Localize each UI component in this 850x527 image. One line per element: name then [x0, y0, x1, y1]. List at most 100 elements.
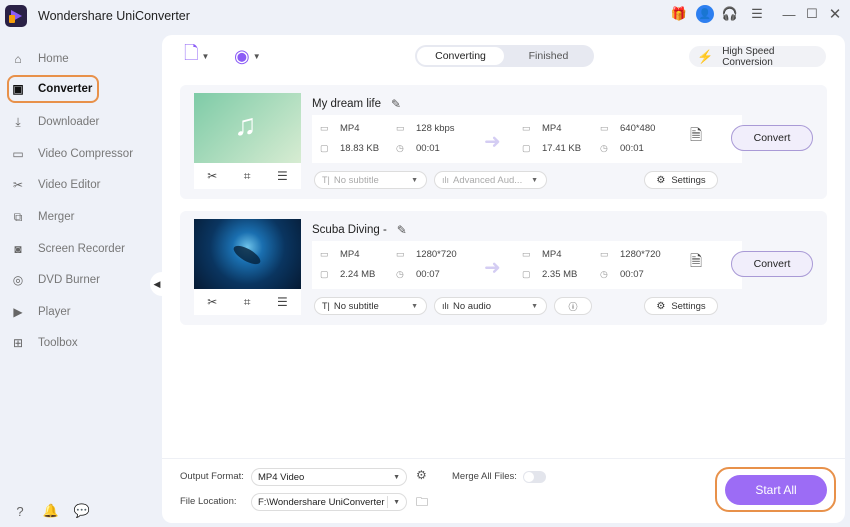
- add-file-icon: 🗋: [184, 43, 199, 63]
- tab-converting[interactable]: Converting: [417, 47, 504, 65]
- add-files-button[interactable]: 🗋 ▼: [184, 43, 210, 67]
- sidebar-item-video-editor[interactable]: ✂ Video Editor: [8, 171, 158, 199]
- sidebar-item-screen-recorder[interactable]: ◙ Screen Recorder: [8, 235, 158, 263]
- arrow-right-icon: ➜: [484, 131, 501, 153]
- dvd-icon: ◎: [12, 273, 24, 287]
- arrow-right-icon: ➜: [484, 257, 501, 279]
- sidebar-item-player[interactable]: ▶ Player: [8, 298, 158, 326]
- edit-icon[interactable]: ✎: [397, 223, 407, 237]
- sidebar-item-merger[interactable]: ⧉ Merger: [8, 203, 158, 231]
- high-speed-conversion-toggle[interactable]: ⚡ High Speed Conversion: [689, 46, 826, 68]
- start-all-highlight: Start All: [715, 467, 836, 512]
- chevron-down-icon: ▼: [531, 302, 538, 310]
- video-format-icon: ▭: [522, 249, 531, 259]
- title-bar: Wondershare UniConverter 🎁 👤 🎧 ☰ — ☐ ✕: [0, 0, 850, 34]
- source-size: 2.24 MB: [340, 269, 376, 280]
- sidebar-item-downloader[interactable]: ⤓ Downloader: [8, 108, 158, 136]
- source-size: 18.83 KB: [340, 143, 380, 154]
- convert-button[interactable]: Convert: [731, 251, 813, 277]
- chevron-down-icon: ▼: [531, 176, 538, 184]
- editor-icon: ✂: [12, 178, 24, 192]
- subtitle-select[interactable]: T| No subtitle ▼: [314, 297, 427, 315]
- convert-button[interactable]: Convert: [731, 125, 813, 151]
- downloader-icon: ⤓: [15, 114, 21, 129]
- subtitle-icon: T|: [322, 175, 330, 185]
- app-logo: [5, 5, 27, 27]
- video-format-icon: ▭: [522, 123, 531, 133]
- add-dvd-button[interactable]: ◉ ▼: [234, 45, 261, 67]
- converter-icon: ▣: [12, 82, 24, 96]
- output-format-label: Output Format:: [180, 471, 244, 482]
- merger-icon: ⧉: [13, 209, 23, 224]
- edit-icon[interactable]: ✎: [391, 97, 401, 111]
- gift-icon[interactable]: 🎁: [670, 5, 688, 23]
- music-note-icon: ♫: [234, 109, 257, 142]
- info-button[interactable]: ⓘ: [554, 297, 592, 315]
- thumbnail[interactable]: [194, 219, 301, 289]
- sidebar-item-dvd-burner[interactable]: ◎ DVD Burner: [8, 266, 158, 294]
- output-settings-icon[interactable]: 🗎: [690, 125, 702, 150]
- sidebar-item-toolbox[interactable]: ⊞ Toolbox: [8, 329, 158, 357]
- file-location-value: F:\Wondershare UniConverter: [258, 496, 385, 508]
- minimize-icon[interactable]: —: [780, 5, 798, 23]
- resolution-icon: ▭: [600, 249, 609, 259]
- sidebar-item-converter[interactable]: ▣ Converter: [7, 75, 99, 103]
- target-format: MP4: [542, 249, 562, 260]
- crop-icon[interactable]: ⌗: [244, 295, 251, 310]
- effects-icon[interactable]: ☰: [277, 169, 288, 183]
- sidebar-item-label: DVD Burner: [38, 274, 100, 286]
- effects-icon[interactable]: ☰: [277, 295, 288, 309]
- screen-recorder-icon: ◙: [14, 242, 22, 256]
- trim-icon[interactable]: ✂: [207, 169, 217, 183]
- sidebar-item-home[interactable]: ⌂ Home: [8, 45, 158, 73]
- chevron-down-icon: ▼: [411, 176, 418, 184]
- output-format-select[interactable]: MP4 Video ▼: [251, 468, 407, 486]
- file-title: Scuba Diving - ✎: [312, 223, 407, 237]
- file-title: My dream life ✎: [312, 97, 401, 111]
- thumbnail-tools: ✂ ⌗ ☰: [194, 289, 301, 315]
- menu-icon[interactable]: ☰: [748, 5, 766, 23]
- toolbox-icon: ⊞: [12, 336, 24, 350]
- file-location-select[interactable]: F:\Wondershare UniConverter ▼: [251, 493, 407, 511]
- tab-finished[interactable]: Finished: [505, 47, 592, 65]
- diver-image: [231, 242, 263, 268]
- target-size: 17.41 KB: [542, 143, 582, 154]
- chevron-down-icon: ▼: [393, 498, 400, 506]
- account-icon[interactable]: 👤: [696, 5, 714, 23]
- sidebar-item-label: Home: [38, 53, 69, 65]
- folder-icon: ▢: [522, 143, 531, 153]
- subtitle-select[interactable]: T| No subtitle ▼: [314, 171, 427, 189]
- feedback-icon[interactable]: 💬: [73, 502, 91, 520]
- audio-select[interactable]: ılı Advanced Aud... ▼: [434, 171, 547, 189]
- trim-icon[interactable]: ✂: [207, 295, 217, 309]
- source-format: MP4: [340, 123, 360, 134]
- chevron-down-icon: ▼: [201, 51, 210, 61]
- folder-icon: ▢: [320, 143, 329, 153]
- crop-icon[interactable]: ⌗: [244, 169, 251, 184]
- notification-icon[interactable]: 🔔: [42, 502, 60, 520]
- audio-select[interactable]: ılı No audio ▼: [434, 297, 547, 315]
- sidebar-item-label: Toolbox: [38, 337, 78, 349]
- settings-label: Settings: [671, 174, 706, 186]
- start-all-button[interactable]: Start All: [725, 475, 827, 505]
- resolution-icon: ▭: [600, 123, 609, 133]
- thumbnail[interactable]: ♫: [194, 93, 301, 163]
- merge-all-toggle[interactable]: [523, 471, 546, 483]
- settings-icon: ⚙: [656, 300, 666, 312]
- sidebar-item-video-compressor[interactable]: ▭ Video Compressor: [8, 140, 158, 168]
- support-icon[interactable]: 🎧: [721, 5, 739, 23]
- help-icon[interactable]: ?: [11, 502, 29, 520]
- maximize-icon[interactable]: ☐: [803, 5, 821, 23]
- source-format: MP4: [340, 249, 360, 260]
- settings-button[interactable]: ⚙ Settings: [644, 171, 718, 189]
- target-resolution: 640*480: [620, 123, 656, 134]
- output-format-value: MP4 Video: [258, 471, 305, 483]
- target-duration: 00:01: [620, 143, 644, 154]
- folder-icon[interactable]: 🗀: [416, 493, 428, 514]
- settings-button[interactable]: ⚙ Settings: [644, 297, 718, 315]
- format-settings-icon[interactable]: ⚙: [416, 468, 427, 482]
- close-icon[interactable]: ✕: [826, 5, 844, 23]
- file-name: Scuba Diving -: [312, 224, 387, 236]
- output-settings-icon[interactable]: 🗎: [690, 251, 702, 276]
- clock-icon: ◷: [600, 269, 608, 279]
